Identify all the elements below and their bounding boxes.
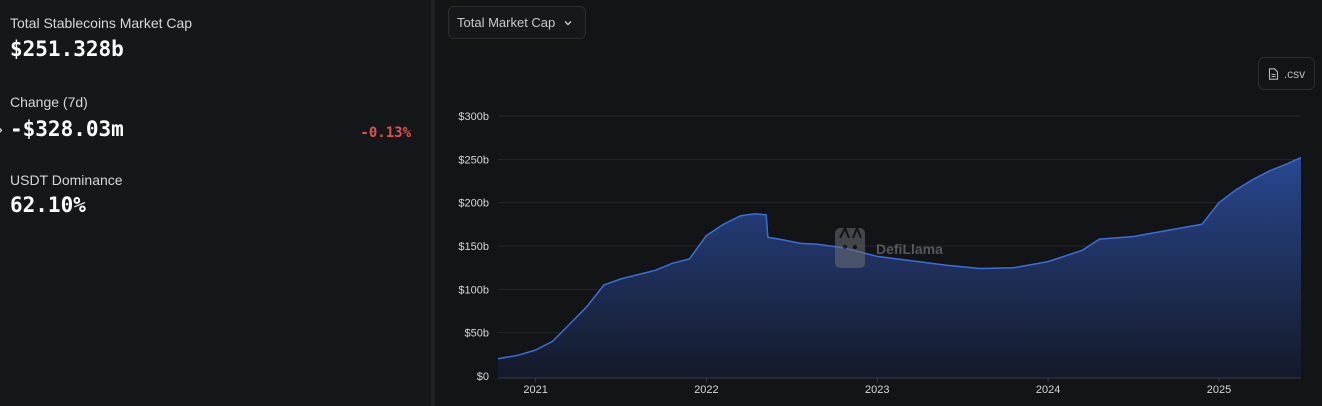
- dominance-value: 62.10%: [10, 193, 86, 217]
- llama-logo-icon: [835, 225, 865, 268]
- dominance-label: USDT Dominance: [10, 172, 123, 188]
- stats-panel: Total Stablecoins Market Cap $251.328b ›…: [0, 0, 431, 406]
- change-percent: -0.13%: [360, 125, 411, 141]
- y-tick-label: $50b: [465, 328, 489, 340]
- market-cap-label: Total Stablecoins Market Cap: [10, 15, 193, 31]
- x-tick-label: 2024: [1036, 384, 1060, 396]
- x-tick-label: 2023: [865, 384, 889, 396]
- x-tick-label: 2025: [1207, 384, 1231, 396]
- chart-panel: Total Market Cap .csv $0 $50b $100b $150b $2…: [435, 0, 1322, 406]
- y-tick-label: $250b: [458, 154, 489, 166]
- change-label: Change (7d): [10, 94, 88, 110]
- y-tick-label: $300b: [458, 111, 489, 123]
- change-value: -$328.03m: [10, 117, 124, 141]
- watermark-text: DefiLlama: [876, 241, 943, 257]
- y-tick-label: $100b: [458, 284, 489, 296]
- y-tick-label: $0: [477, 371, 489, 383]
- x-tick-label: 2021: [523, 384, 547, 396]
- x-tick-label: 2022: [694, 384, 718, 396]
- y-tick-label: $200b: [458, 198, 489, 210]
- market-cap-value: $251.328b: [10, 37, 124, 61]
- area-fill: [498, 157, 1301, 378]
- market-cap-chart: $0 $50b $100b $150b $200b $250b $300b 2021 2022…: [458, 111, 1302, 396]
- y-tick-label: $150b: [458, 241, 489, 253]
- caret-right-icon: ›: [0, 121, 3, 137]
